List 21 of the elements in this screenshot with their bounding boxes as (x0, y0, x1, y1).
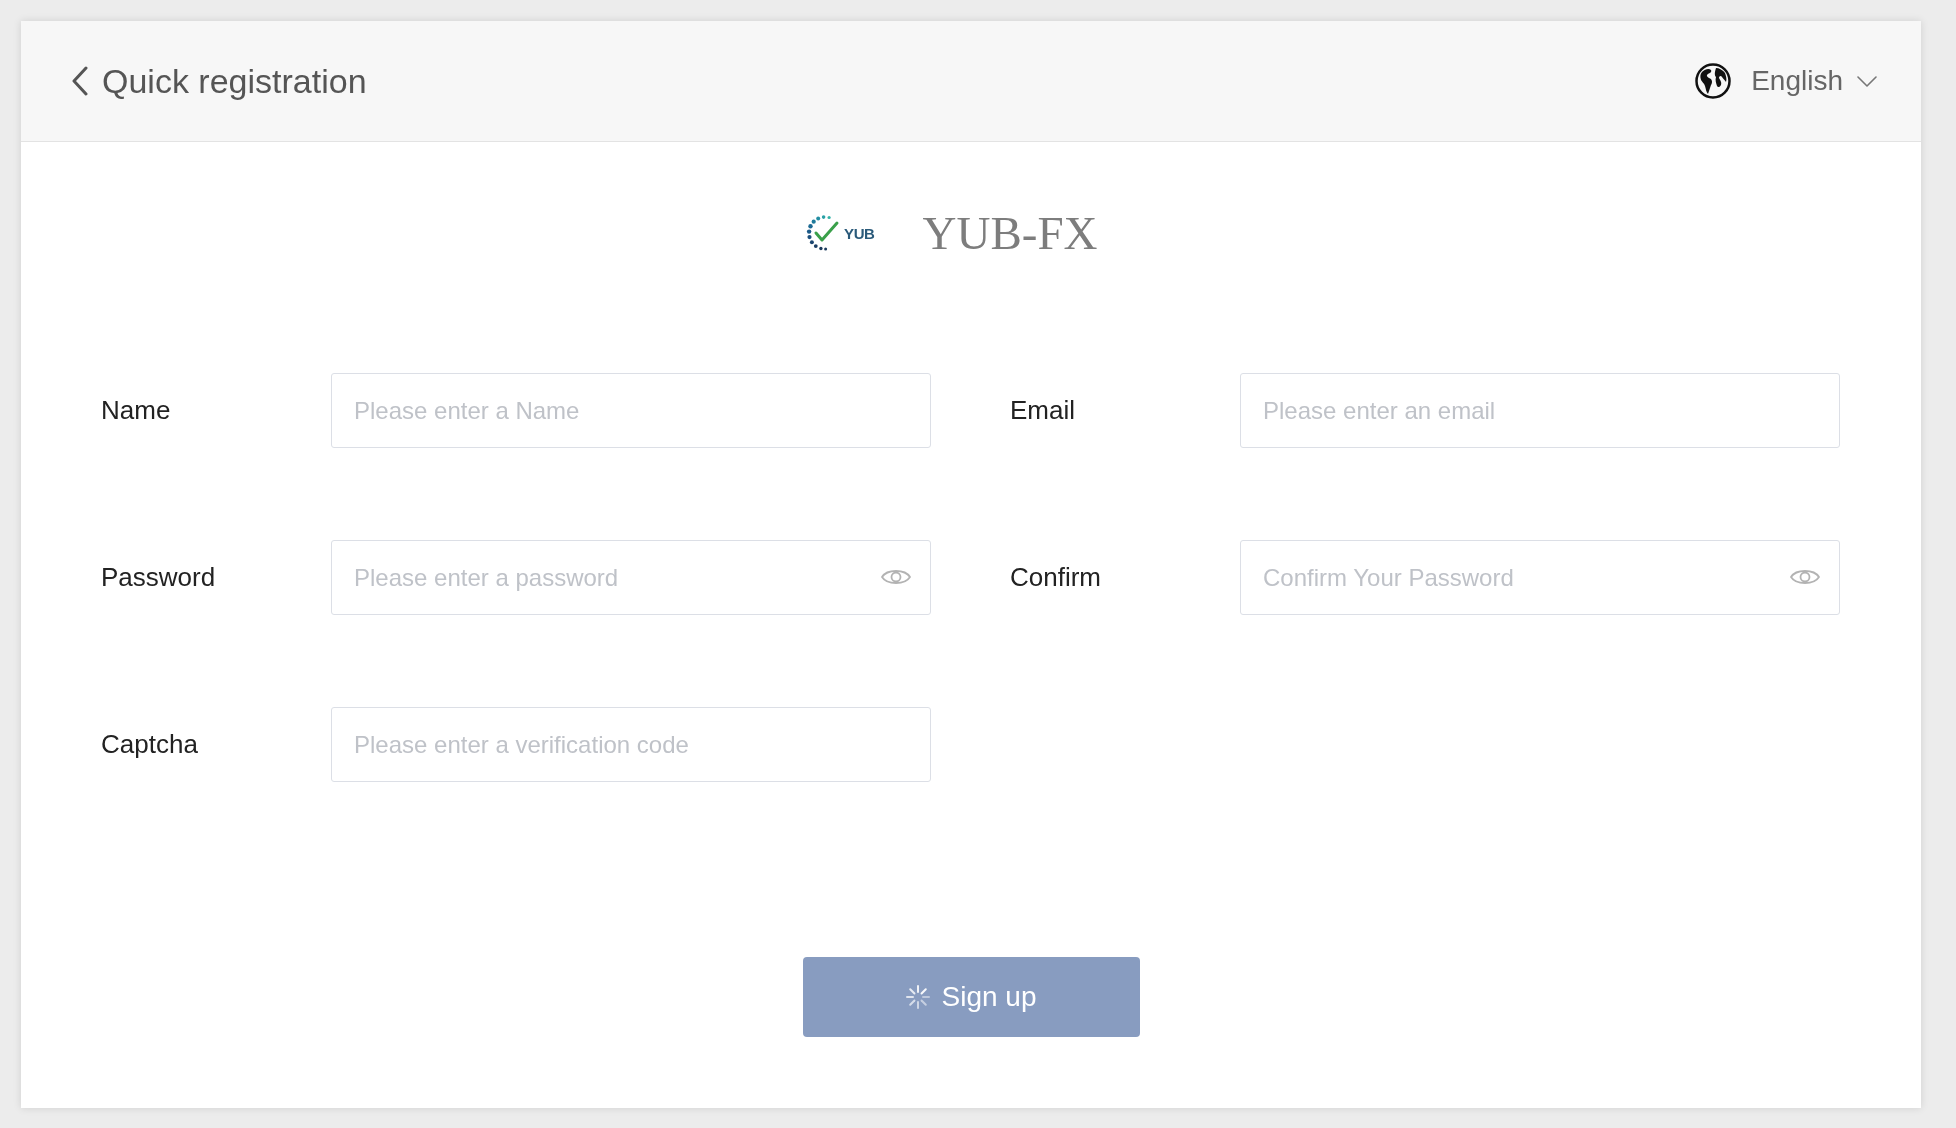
field-label: Password (101, 561, 217, 594)
brand-name: YUB-FX (922, 209, 1098, 257)
input-field[interactable]: Please enter a verification code (331, 707, 931, 782)
password-field[interactable]: Confirm Your Password (1240, 540, 1840, 615)
input-field[interactable]: Please enter an email (1240, 373, 1840, 448)
sign-up-button[interactable]: Sign up (802, 957, 1140, 1037)
chevron-left-icon (71, 66, 88, 96)
chevron-down-icon (1857, 75, 1877, 87)
eye-icon[interactable] (880, 567, 912, 587)
field-label: Confirm (1010, 561, 1102, 594)
field-label: Captcha (101, 728, 199, 761)
language-selector[interactable]: English (1695, 63, 1877, 99)
eye-icon[interactable] (1789, 567, 1821, 587)
input-field[interactable]: Please enter a Name (331, 373, 931, 448)
page-title: Quick registration (102, 64, 367, 98)
field-label: Email (1010, 394, 1076, 427)
globe-icon (1695, 63, 1732, 99)
field-label: Name (101, 394, 172, 427)
logo-text: YUB (844, 225, 875, 241)
password-field[interactable]: Please enter a password (331, 540, 931, 615)
back-button[interactable] (71, 66, 88, 96)
